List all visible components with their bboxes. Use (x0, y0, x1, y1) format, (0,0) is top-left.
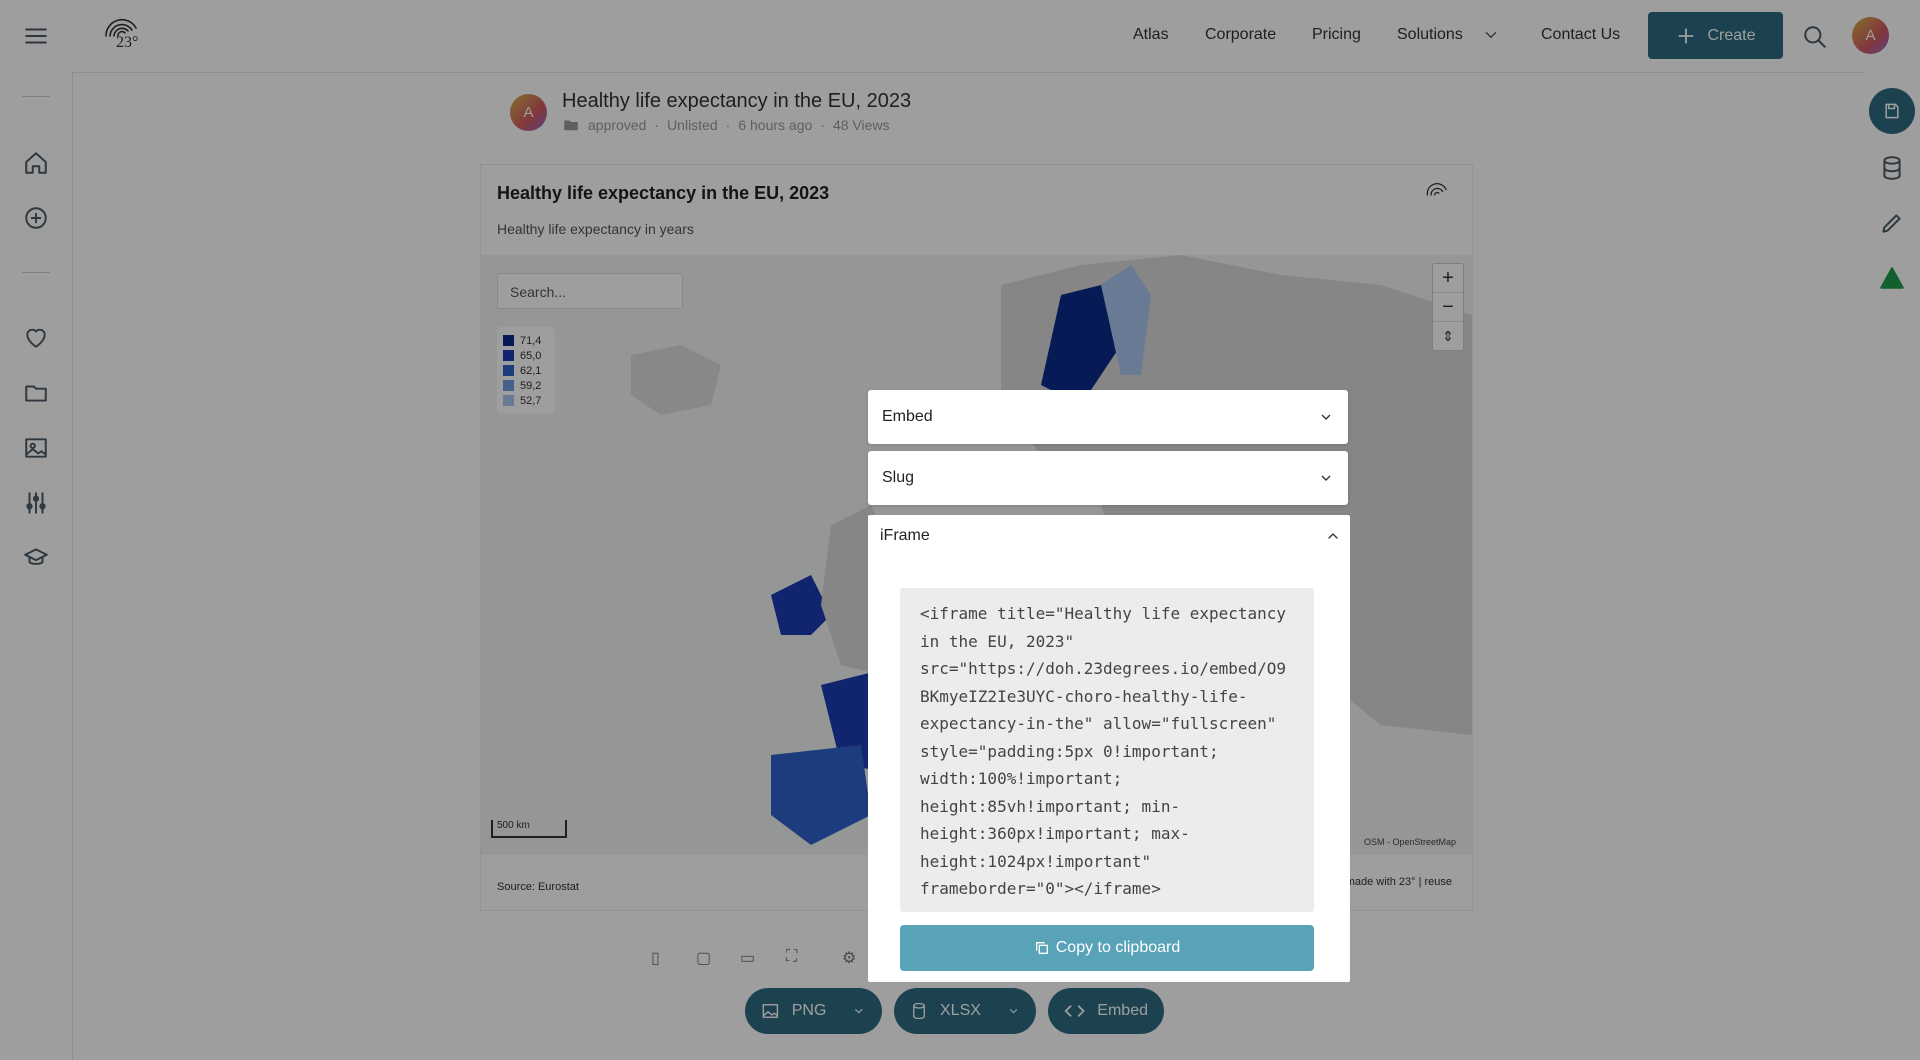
copy-to-clipboard-button[interactable]: Copy to clipboard (900, 925, 1314, 971)
slug-accordion-header[interactable]: Slug (868, 451, 1348, 505)
chevron-down-icon (1321, 475, 1331, 481)
chevron-up-icon[interactable] (1324, 527, 1342, 545)
copy-icon (1035, 942, 1048, 954)
iframe-accordion-panel: iFrame <iframe title="Healthy life expec… (868, 515, 1350, 982)
embed-accordion-label: Embed (882, 408, 933, 425)
iframe-code-textarea[interactable]: <iframe title="Healthy life expectancy i… (900, 588, 1314, 912)
chevron-down-icon (1321, 414, 1331, 420)
iframe-accordion-label[interactable]: iFrame (880, 527, 930, 545)
embed-accordion-header[interactable]: Embed (868, 390, 1348, 444)
copy-button-label: Copy to clipboard (1055, 939, 1181, 956)
slug-accordion-label: Slug (882, 469, 915, 486)
